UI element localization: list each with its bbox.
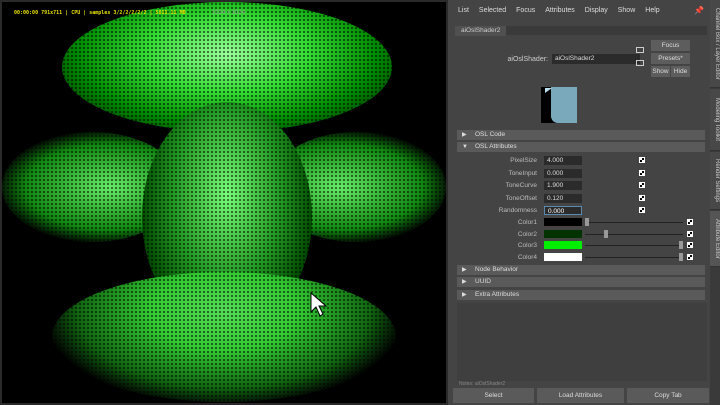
- pixelsize-field[interactable]: 4.000: [544, 156, 582, 165]
- color-row-color2: Color2: [457, 229, 707, 240]
- attr-label: ToneInput: [508, 170, 537, 177]
- color-slider[interactable]: [585, 229, 683, 238]
- menu-show[interactable]: Show: [618, 7, 636, 14]
- attr-row-tonecurve: ToneCurve 1.900: [457, 181, 707, 191]
- node-name-label: aiOslShader:: [507, 55, 548, 63]
- menu-attributes[interactable]: Attributes: [545, 7, 575, 14]
- section-extra-attributes[interactable]: ▶ Extra Attributes: [457, 290, 705, 300]
- slider-handle[interactable]: [679, 241, 683, 249]
- expand-arrow-icon: ▶: [462, 292, 467, 298]
- attr-row-toneinput: ToneInput 0.000: [457, 169, 707, 179]
- attr-row-toneoffset: ToneOffset 0.120: [457, 194, 707, 204]
- side-tab-channel-box[interactable]: Channel Box / Layer Editor: [710, 0, 720, 88]
- color-slider[interactable]: [585, 252, 683, 261]
- show-button[interactable]: Show: [651, 66, 670, 77]
- hide-button[interactable]: Hide: [671, 66, 690, 77]
- attr-row-randomness: Randomness 0.000: [457, 206, 707, 216]
- toneinput-field[interactable]: 0.000: [544, 169, 582, 178]
- output-connection-icon[interactable]: [636, 60, 644, 66]
- mouse-cursor-icon: [310, 292, 328, 317]
- side-tab-bar: Channel Box / Layer Editor Modeling Tool…: [710, 0, 720, 405]
- map-button-icon[interactable]: [639, 207, 645, 213]
- tonecurve-field[interactable]: 1.900: [544, 181, 582, 190]
- section-osl-code[interactable]: ▶ OSL Code: [457, 130, 705, 140]
- color-label: Color3: [517, 242, 537, 249]
- attr-row-pixelsize: PixelSize 4.000: [457, 156, 707, 166]
- section-title: UUID: [475, 278, 491, 285]
- load-attributes-button[interactable]: Load Attributes: [537, 388, 624, 403]
- attr-label: PixelSize: [510, 157, 537, 164]
- menu-selected[interactable]: Selected: [479, 7, 506, 14]
- map-button-icon[interactable]: [639, 157, 645, 163]
- expand-arrow-icon: ▶: [462, 267, 467, 273]
- side-tab-render-settings[interactable]: Render Settings: [710, 152, 720, 210]
- pin-icon[interactable]: 📌: [694, 6, 704, 15]
- menu-display[interactable]: Display: [585, 7, 608, 14]
- attr-label: ToneOffset: [505, 195, 537, 202]
- map-button-icon[interactable]: [639, 182, 645, 188]
- expand-arrow-icon: ▶: [462, 132, 467, 138]
- color-row-color3: Color3: [457, 241, 707, 251]
- map-button-icon[interactable]: [639, 195, 645, 201]
- menu-help[interactable]: Help: [645, 7, 659, 14]
- input-connection-icon[interactable]: [636, 47, 644, 53]
- pixel-pattern: [2, 2, 446, 403]
- shader-swatch: [541, 87, 577, 123]
- color-label: Color4: [517, 253, 537, 261]
- section-title: OSL Attributes: [475, 143, 517, 150]
- attr-label: Randomness: [498, 207, 537, 214]
- color-row-color4: Color4: [457, 252, 707, 263]
- map-button-icon[interactable]: [687, 219, 693, 225]
- side-tab-modeling-toolkit[interactable]: Modeling Toolkit: [710, 89, 720, 151]
- notes-label: Notes: aiOslShader2: [459, 381, 506, 387]
- color-swatch[interactable]: [544, 229, 582, 238]
- focus-button[interactable]: Focus: [651, 40, 690, 51]
- menu-list[interactable]: List: [458, 7, 469, 14]
- presets-button[interactable]: Presets*: [651, 53, 690, 64]
- menu-focus[interactable]: Focus: [516, 7, 535, 14]
- menu-bar: List Selected Focus Attributes Display S…: [450, 0, 710, 21]
- render-view[interactable]: 00:00:00 791x711 | CPU | samples 3/2/2/2…: [0, 0, 448, 405]
- color-row-color1: Color1: [457, 218, 707, 228]
- node-name-input[interactable]: aiOslShader2: [552, 54, 640, 64]
- randomness-field[interactable]: 0.000: [544, 206, 582, 215]
- map-button-icon[interactable]: [687, 253, 693, 260]
- section-node-behavior[interactable]: ▶ Node Behavior: [457, 265, 705, 275]
- color-swatch[interactable]: [544, 241, 582, 249]
- select-button[interactable]: Select: [453, 388, 534, 403]
- map-button-icon[interactable]: [687, 242, 693, 248]
- attr-label: ToneCurve: [505, 182, 537, 189]
- node-name-row: aiOslShader: aiOslShader2: [450, 54, 640, 64]
- slider-handle[interactable]: [603, 229, 608, 238]
- slider-handle[interactable]: [585, 218, 589, 226]
- empty-area: [457, 303, 707, 381]
- slider-handle[interactable]: [679, 252, 683, 261]
- side-tab-attribute-editor[interactable]: Attribute Editor: [710, 211, 720, 267]
- map-button-icon[interactable]: [687, 230, 693, 237]
- tab-aioslshader2[interactable]: aiOslShader2: [455, 26, 507, 36]
- section-uuid[interactable]: ▶ UUID: [457, 277, 705, 287]
- color-label: Color1: [517, 219, 537, 226]
- collapse-arrow-icon: ▼: [462, 144, 468, 150]
- color-swatch[interactable]: [544, 252, 582, 261]
- section-osl-attributes[interactable]: ▼ OSL Attributes: [457, 142, 705, 152]
- toneoffset-field[interactable]: 0.120: [544, 194, 582, 203]
- map-button-icon[interactable]: [639, 170, 645, 176]
- render-hud: 00:00:00 791x711 | CPU | samples 3/2/2/2…: [14, 10, 186, 16]
- color-label: Color2: [517, 230, 537, 238]
- color-slider[interactable]: [585, 218, 683, 226]
- color-slider[interactable]: [585, 241, 683, 249]
- section-title: Node Behavior: [475, 266, 518, 273]
- color-swatch[interactable]: [544, 218, 582, 226]
- section-title: OSL Code: [475, 131, 506, 138]
- expand-arrow-icon: ▶: [462, 279, 467, 285]
- resolution-label: 1024 x 1024: [212, 10, 246, 16]
- section-title: Extra Attributes: [475, 291, 520, 298]
- copy-tab-button[interactable]: Copy Tab: [627, 388, 709, 403]
